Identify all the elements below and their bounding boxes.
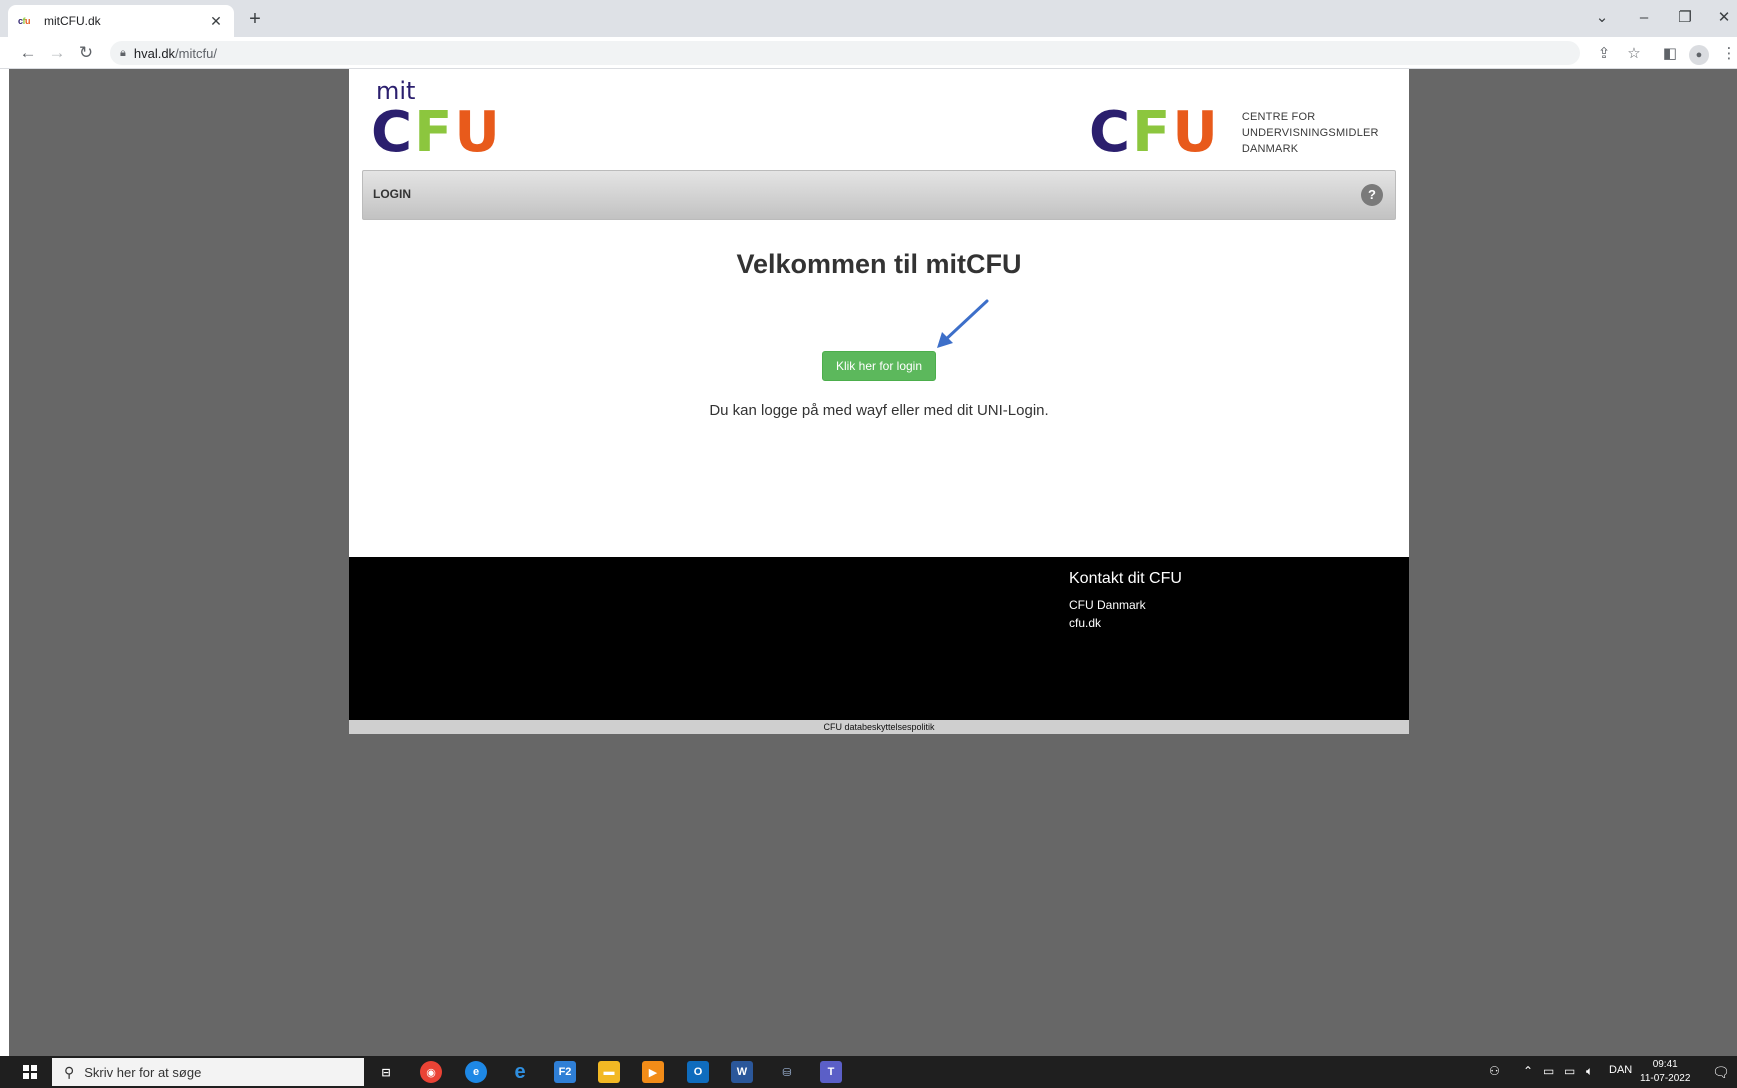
login-nav-label[interactable]: LOGIN	[373, 187, 411, 201]
teams-icon[interactable]: T	[820, 1061, 842, 1083]
close-tab-icon[interactable]: ✕	[208, 13, 224, 30]
edge-icon[interactable]: e	[465, 1061, 487, 1083]
search-icon: ⚲	[64, 1063, 75, 1080]
file-explorer-icon[interactable]: ▬	[598, 1061, 620, 1083]
task-view-icon[interactable]: ⊟	[375, 1061, 397, 1083]
internet-explorer-icon[interactable]: e	[509, 1061, 531, 1083]
clock-date: 11-07-2022	[1640, 1073, 1691, 1084]
profile-avatar-icon[interactable]: ●	[1689, 45, 1709, 65]
privacy-policy-link[interactable]: CFU databeskyttelsespolitik	[349, 720, 1409, 734]
url-bar[interactable]: 🔒︎ hval.dk/mitcfu/	[110, 41, 1580, 65]
cfu-logo-caption: CENTRE FOR UNDERVISNINGSMIDLER DANMARK	[1241, 111, 1379, 155]
notifications-icon[interactable]: 🗨︎	[1712, 1064, 1730, 1081]
windows-logo-icon	[23, 1065, 37, 1079]
new-tab-icon[interactable]: +	[244, 8, 266, 30]
contact-name: CFU Danmark	[1069, 598, 1146, 612]
tab-title: mitCFU.dk	[44, 14, 101, 28]
cfu-logo-letters-right: C F U	[1089, 100, 1220, 165]
outlook-icon[interactable]: O	[687, 1061, 709, 1083]
close-window-icon[interactable]: ✕	[1712, 6, 1736, 30]
contact-heading: Kontakt dit CFU	[1069, 570, 1182, 587]
network-app-icon[interactable]: ⛁	[776, 1061, 798, 1083]
media-player-icon[interactable]: ▶	[642, 1061, 664, 1083]
forward-icon[interactable]: →	[45, 41, 69, 65]
system-clock[interactable]: 09:41 11-07-2022	[1640, 1058, 1690, 1086]
lock-icon: 🔒︎	[120, 46, 126, 59]
cfu-logo-letters: C F U	[371, 100, 502, 165]
login-navbar: LOGIN ?	[362, 170, 1396, 220]
login-button[interactable]: Klik her for login	[822, 351, 936, 381]
show-hidden-icons-chevron-icon[interactable]: ⌃	[1523, 1064, 1533, 1078]
network-icon[interactable]: ▭	[1543, 1064, 1554, 1078]
share-icon[interactable]: ⇪	[1594, 44, 1614, 64]
side-panel-icon[interactable]: ◧	[1660, 44, 1680, 64]
reload-icon[interactable]: ↻	[74, 41, 98, 65]
mitcfu-logo[interactable]: mit C F U	[371, 77, 502, 165]
windows-taskbar: ⚲ Skriv her for at søge ⊟ ◉ e e F2 ▬ ▶ O…	[0, 1056, 1737, 1088]
battery-icon[interactable]: ▭	[1564, 1064, 1575, 1078]
taskbar-search-placeholder: Skriv her for at søge	[84, 1064, 202, 1080]
back-icon[interactable]: ←	[16, 41, 40, 65]
word-icon[interactable]: W	[731, 1061, 753, 1083]
address-toolbar: ← → ↻ 🔒︎ hval.dk/mitcfu/ ⇪ ☆ ◧ ● ⋮	[0, 37, 1737, 69]
f2-app-icon[interactable]: F2	[554, 1061, 576, 1083]
tab-search-chevron-icon[interactable]: ⌄	[1590, 6, 1614, 30]
people-icon[interactable]: ⚇	[1489, 1064, 1500, 1078]
login-hint-text: Du kan logge på med wayf eller med dit U…	[709, 402, 1049, 419]
url-path: /mitcfu/	[175, 45, 217, 61]
start-button[interactable]	[10, 1062, 50, 1082]
browser-menu-icon[interactable]: ⋮	[1719, 44, 1737, 64]
taskbar-search-box[interactable]: ⚲ Skriv her for at søge	[52, 1058, 364, 1086]
volume-icon[interactable]: 🔈︎	[1586, 1064, 1593, 1079]
viewport-left-edge	[0, 69, 9, 1056]
chrome-icon[interactable]: ◉	[420, 1061, 442, 1083]
language-indicator[interactable]: DAN	[1609, 1064, 1632, 1076]
minimize-icon[interactable]: –	[1632, 6, 1656, 30]
browser-tab[interactable]: cfu mitCFU.dk ✕	[8, 5, 234, 37]
page-title: Velkommen til mitCFU	[736, 249, 1022, 279]
url-host: hval.dk	[133, 45, 176, 61]
restore-icon[interactable]: ❐	[1673, 6, 1697, 30]
bookmark-star-icon[interactable]: ☆	[1624, 44, 1644, 64]
pointer-arrow-icon	[937, 299, 989, 348]
cfu-favicon-icon: cfu	[18, 16, 31, 26]
cfu-danmark-logo[interactable]: C F U CENTRE FOR UNDERVISNINGSMIDLER DAN…	[1089, 100, 1379, 165]
browser-tab-bar: cfu mitCFU.dk ✕ + ⌄ – ❐ ✕	[0, 0, 1737, 37]
contact-link[interactable]: cfu.dk	[1069, 616, 1101, 630]
mitcfu-page: mit C F U C F U CENTRE FOR UNDERVISNINGS…	[349, 69, 1409, 734]
footer: Kontakt dit CFU CFU Danmark cfu.dk	[349, 557, 1409, 720]
clock-time: 09:41	[1652, 1059, 1678, 1070]
help-icon[interactable]: ?	[1361, 184, 1383, 206]
